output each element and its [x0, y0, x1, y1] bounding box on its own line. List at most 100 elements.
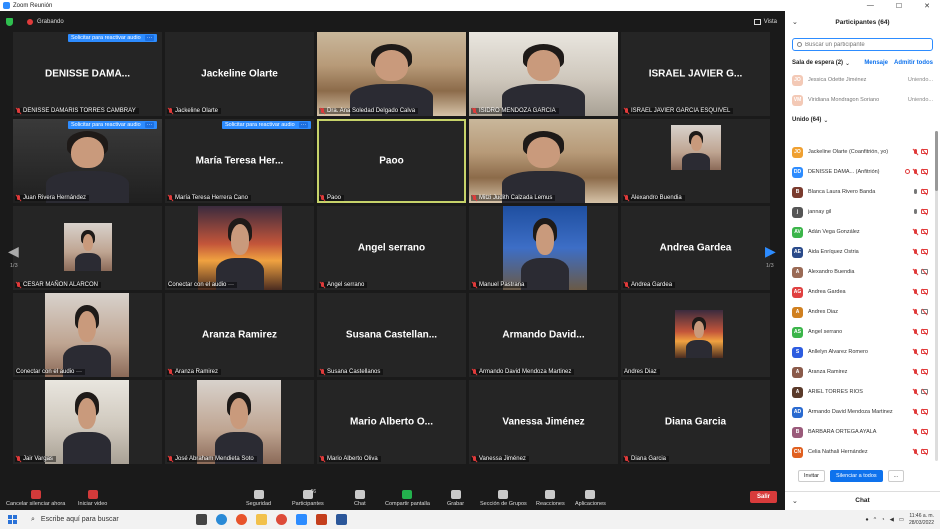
participant-list-item[interactable]: AD Armando David Mendoza Martinez: [785, 402, 935, 422]
view-button[interactable]: Vista: [753, 19, 777, 25]
participant-tile[interactable]: Armando David... Armando David Mendoza Ma…: [469, 293, 618, 377]
next-page-arrow-icon[interactable]: ▶: [765, 243, 776, 260]
participant-tile[interactable]: ISRAEL JAVIER G... ISRAEL JAVIER GARCIA E…: [621, 32, 770, 116]
taskbar-clock[interactable]: 11:46 a. m. 28/03/2022: [909, 513, 934, 527]
participant-tile[interactable]: Dra. Ana Soledad Delgado Calva: [317, 32, 466, 116]
participant-tile[interactable]: Manuel Pastrana: [469, 206, 618, 290]
breakout-rooms-button[interactable]: Sección de Grupos: [480, 490, 527, 507]
participant-tile[interactable]: Paoo Paoo: [317, 119, 466, 203]
apps-button[interactable]: Aplicaciones: [575, 490, 606, 507]
reactions-button[interactable]: Reacciones: [536, 490, 565, 507]
maximize-icon[interactable]: ☐: [896, 2, 902, 10]
participant-name-label: Diana Garcia: [623, 456, 670, 462]
participant-tile[interactable]: Angel serrano Angel serrano: [317, 206, 466, 290]
leave-button[interactable]: Salir: [749, 491, 777, 503]
mute-all-button[interactable]: Silenciar a todos: [829, 470, 883, 482]
unmute-request-badge[interactable]: Solicitar para reactivar audio ···: [222, 121, 312, 129]
more-options-icon[interactable]: ···: [298, 122, 309, 128]
expand-chevron-icon[interactable]: ⌄: [792, 497, 798, 505]
more-options-icon[interactable]: ···: [144, 35, 155, 41]
chat-button[interactable]: Chat: [354, 490, 366, 507]
participant-tile[interactable]: ISIDRO MENDOZA GARCIA: [469, 32, 618, 116]
participant-tile[interactable]: José Abraham Mendieta Soto: [165, 380, 314, 464]
record-button[interactable]: Grabar: [447, 490, 464, 507]
security-button[interactable]: Seguridad: [246, 490, 271, 507]
participant-list-item[interactable]: AS Angel serrano: [785, 322, 935, 342]
minimize-icon[interactable]: —: [867, 2, 874, 10]
avatar: AD: [792, 406, 803, 418]
participant-list-item[interactable]: S Anllelyn Alvarez Romero: [785, 342, 935, 362]
participant-list-item[interactable]: DD DENISSE DAMA... (Anfitrión): [785, 162, 935, 182]
mic-tray-icon[interactable]: ●: [865, 517, 868, 523]
participant-list-item[interactable]: AE Aida Enríquez Ostria: [785, 242, 935, 262]
participant-list-item[interactable]: j jannay gil: [785, 202, 935, 222]
participant-tile[interactable]: Andres Diaz: [621, 293, 770, 377]
notification-icon[interactable]: ▭: [899, 517, 904, 523]
unmute-request-badge[interactable]: Solicitar para reactivar audio ···: [68, 121, 158, 129]
taskbar-search[interactable]: ⌕ Escribe aquí para buscar: [31, 516, 191, 524]
participant-tile[interactable]: Aranza Ramirez Aranza Ramirez: [165, 293, 314, 377]
edge-browser-icon[interactable]: [216, 514, 227, 525]
mute-button[interactable]: Cancelar silenciar ahora: [6, 490, 65, 507]
chat-section-header[interactable]: ⌄ Chat: [785, 491, 940, 509]
participant-list-item[interactable]: JO Jackeline Olarte (Coanfitrión, yo): [785, 142, 935, 162]
previous-page-arrow-icon[interactable]: ◀: [8, 243, 19, 260]
participant-tile[interactable]: Diana Garcia Diana Garcia: [621, 380, 770, 464]
powerpoint-icon[interactable]: [316, 514, 327, 525]
participant-tile[interactable]: Alexandro Buendia: [621, 119, 770, 203]
participant-name: Mitzi Judith Calzada Lemus: [479, 195, 553, 201]
word-icon[interactable]: [336, 514, 347, 525]
participant-tile[interactable]: Conectar con el audio ···: [13, 293, 162, 377]
participant-tile[interactable]: Solicitar para reactivar audio ··· Juan Ri…: [13, 119, 162, 203]
video-button[interactable]: Iniciar video: [78, 490, 107, 507]
chevron-up-icon[interactable]: ^: [874, 517, 877, 523]
participant-tile[interactable]: Jair Vargas: [13, 380, 162, 464]
participant-list-item[interactable]: A ARIEL TORRES RIOS: [785, 382, 935, 402]
participant-list-item[interactable]: CN Celia Nathali Hernández: [785, 442, 935, 462]
participant-list-item[interactable]: B Blanca Laura Rivero Banda: [785, 182, 935, 202]
participant-status-icons: [913, 249, 928, 255]
more-options-icon[interactable]: ···: [144, 122, 155, 128]
participant-tile[interactable]: María Teresa Her... Solicitar para reacti…: [165, 119, 314, 203]
windows-start-icon[interactable]: [8, 515, 17, 524]
waiting-room-item[interactable]: VM Viridiana Mondragon Soriano Uniendo...: [785, 90, 940, 110]
participant-tile[interactable]: Conectar con el audio ···: [165, 206, 314, 290]
participant-tile[interactable]: DENISSE DAMA... Solicitar para reactivar …: [13, 32, 162, 116]
network-icon[interactable]: ◔: [881, 517, 884, 523]
collapse-chevron-icon[interactable]: ⌄: [792, 18, 798, 26]
chevron-down-icon[interactable]: ⌄: [823, 117, 828, 124]
participant-tile[interactable]: Susana Castellan... Susana Castellanos: [317, 293, 466, 377]
admit-all-link[interactable]: Admitir todos: [894, 60, 933, 66]
participant-tile[interactable]: Mitzi Judith Calzada Lemus: [469, 119, 618, 203]
firefox-icon[interactable]: [236, 514, 247, 525]
participant-search-input[interactable]: [805, 41, 925, 48]
zoom-taskbar-icon[interactable]: [296, 514, 307, 525]
participant-tile[interactable]: Jackeline Olarte Jackeline Olarte: [165, 32, 314, 116]
participant-tile[interactable]: CESAR MAÑON ALARCON: [13, 206, 162, 290]
participant-list-item[interactable]: A Alexandro Buendia: [785, 262, 935, 282]
close-icon[interactable]: ✕: [924, 2, 930, 10]
participant-list-item[interactable]: AV Adán Vega González: [785, 222, 935, 242]
participant-tile[interactable]: Andrea Gardea Andrea Gardea: [621, 206, 770, 290]
participant-list-item[interactable]: AG Andrea Gardea: [785, 282, 935, 302]
chevron-down-icon[interactable]: ⌄: [845, 60, 850, 67]
participant-tile[interactable]: Vanessa Jiménez Vanessa Jiménez: [469, 380, 618, 464]
volume-icon[interactable]: ◀: [890, 517, 894, 523]
participant-list-item[interactable]: B BARBARA ORTEGA AYALA: [785, 422, 935, 442]
more-options-button[interactable]: ...: [887, 470, 905, 482]
task-view-icon[interactable]: [196, 514, 207, 525]
message-waiting-link[interactable]: Mensaje: [864, 60, 888, 66]
share-screen-button[interactable]: Compartir pantalla: [385, 490, 430, 507]
participant-list-item[interactable]: A Andres Diaz: [785, 302, 935, 322]
participant-list-item[interactable]: A Aranza Ramirez: [785, 362, 935, 382]
invite-button[interactable]: Invitar: [798, 470, 825, 482]
participant-scrollbar[interactable]: [935, 131, 938, 461]
participant-search[interactable]: [792, 38, 933, 51]
file-explorer-icon[interactable]: [256, 514, 267, 525]
chrome-icon[interactable]: [276, 514, 287, 525]
waiting-room-item[interactable]: JO Jessica Odette Jiménez Uniendo...: [785, 70, 940, 90]
encryption-shield-icon[interactable]: [6, 18, 13, 26]
participants-button[interactable]: 66 Participantes: [292, 489, 324, 507]
unmute-request-badge[interactable]: Solicitar para reactivar audio ···: [68, 34, 158, 42]
participant-tile[interactable]: Mario Alberto O... Mario Alberto Oliva: [317, 380, 466, 464]
